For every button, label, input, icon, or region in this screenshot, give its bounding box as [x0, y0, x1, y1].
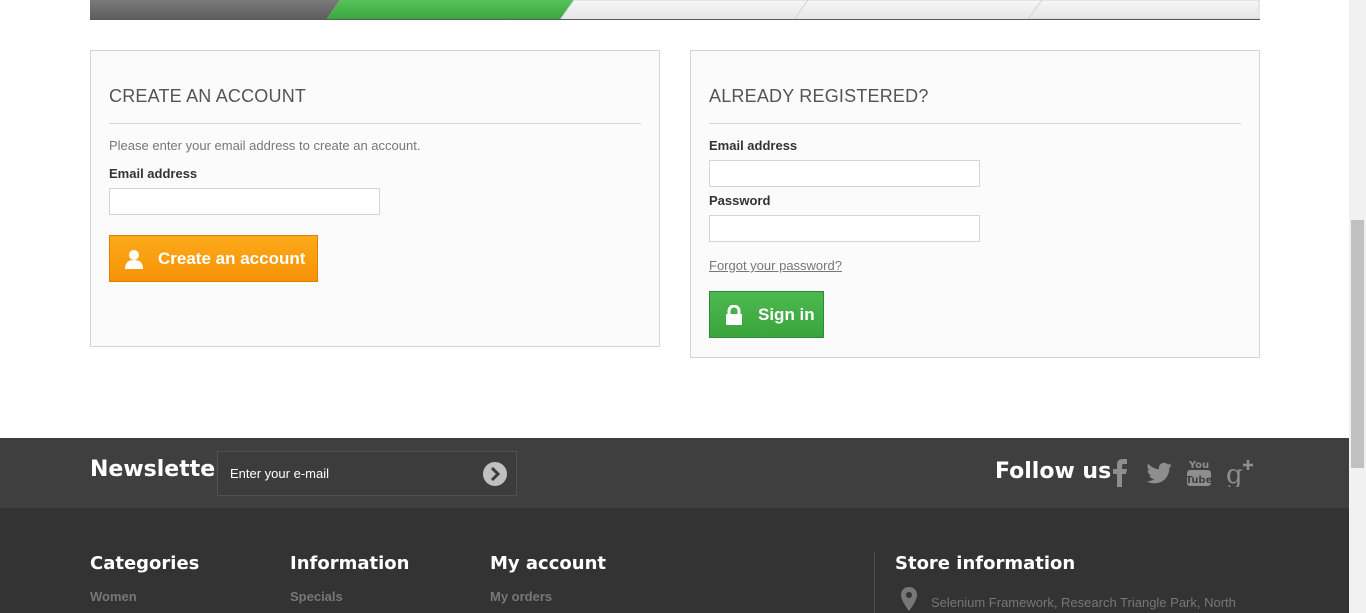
facebook-icon[interactable] — [1106, 457, 1134, 487]
site-footer: Categories Women Information Specials My… — [0, 508, 1349, 613]
footer-categories-title: Categories — [90, 553, 200, 574]
newsletter-band: Newsletter Enter your e-mail Follow us Y… — [0, 438, 1349, 508]
map-pin-icon — [901, 587, 917, 611]
checkout-steps — [90, 0, 1260, 20]
follow-us-title: Follow us — [995, 459, 1112, 484]
create-account-button-label: Create an account — [158, 248, 306, 268]
newsletter-email-input[interactable]: Enter your e-mail — [217, 451, 517, 496]
footer-link-specials[interactable]: Specials — [290, 589, 343, 604]
step-tab-sign-in[interactable] — [326, 0, 574, 20]
twitter-icon[interactable] — [1145, 457, 1173, 487]
step-tab-address[interactable] — [559, 0, 809, 20]
password-input[interactable] — [709, 215, 980, 242]
create-account-button[interactable]: Create an account — [109, 235, 318, 282]
lock-icon — [724, 304, 744, 325]
chevron-right-circle-icon[interactable] — [482, 461, 508, 487]
step-tab-payment[interactable] — [1027, 0, 1260, 20]
footer-link-women[interactable]: Women — [90, 589, 137, 604]
sign-in-button-label: Sign in — [758, 304, 815, 324]
newsletter-placeholder: Enter your e-mail — [230, 466, 329, 481]
forgot-password-link[interactable]: Forgot your password? — [709, 258, 842, 273]
login-email-label: Email address — [709, 138, 798, 153]
svg-text:g: g — [1226, 460, 1243, 487]
step-tab-summary[interactable] — [90, 0, 340, 20]
login-form: ALREADY REGISTERED? Email address Passwo… — [690, 50, 1260, 358]
step-tab-shipping[interactable] — [793, 0, 1043, 20]
footer-store-title: Store information — [895, 553, 1076, 574]
svg-text:You: You — [1188, 460, 1209, 471]
footer-my-account-title: My account — [490, 553, 606, 574]
scrollbar-thumb[interactable] — [1351, 220, 1364, 468]
google-plus-icon[interactable]: g — [1225, 457, 1253, 487]
user-icon — [124, 249, 144, 269]
svg-text:Tube: Tube — [1186, 475, 1213, 486]
sign-in-button[interactable]: Sign in — [709, 291, 824, 338]
store-address: Selenium Framework, Research Triangle Pa… — [931, 595, 1236, 610]
create-email-label: Email address — [109, 166, 198, 181]
footer-information-title: Information — [290, 553, 410, 574]
footer-link-my-orders[interactable]: My orders — [490, 589, 552, 604]
footer-divider — [874, 553, 875, 613]
heading-divider — [109, 123, 641, 124]
create-account-hint: Please enter your email address to creat… — [109, 138, 421, 153]
create-email-input[interactable] — [109, 188, 380, 215]
login-heading: ALREADY REGISTERED? — [709, 86, 929, 106]
login-email-input[interactable] — [709, 160, 980, 187]
create-account-form: CREATE AN ACCOUNT Please enter your emai… — [90, 50, 660, 347]
newsletter-title: Newsletter — [90, 457, 227, 482]
heading-divider — [709, 123, 1241, 124]
password-label: Password — [709, 193, 771, 208]
create-account-heading: CREATE AN ACCOUNT — [109, 86, 307, 106]
youtube-icon[interactable]: You Tube — [1185, 457, 1213, 487]
